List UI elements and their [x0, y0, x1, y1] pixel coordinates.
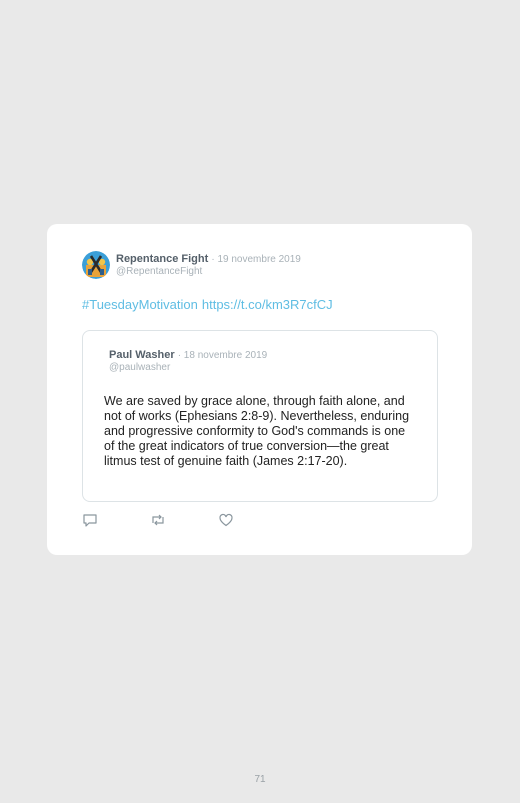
tweet-text: #TuesdayMotivation https://t.co/km3R7cfCJ — [82, 297, 337, 312]
quoted-author-line: Paul Washer · 18 novembre 2019 — [109, 349, 267, 361]
reply-icon[interactable] — [82, 512, 98, 528]
quoted-tweet[interactable]: Paul Washer · 18 novembre 2019 @paulwash… — [82, 330, 438, 502]
author-name[interactable]: Repentance Fight — [116, 253, 208, 265]
quoted-author-handle: @paulwasher — [109, 362, 171, 373]
page-number: 71 — [254, 774, 266, 785]
quoted-tweet-date: · 18 novembre 2019 — [177, 350, 268, 361]
retweet-icon[interactable] — [150, 512, 166, 528]
quoted-tweet-text: We are saved by grace alone, through fai… — [104, 394, 410, 468]
url-link[interactable]: https://t.co/km3R7cfCJ — [202, 297, 333, 312]
author-line: Repentance Fight · 19 novembre 2019 — [116, 253, 301, 265]
like-icon[interactable] — [218, 512, 234, 528]
quoted-author-name: Paul Washer — [109, 349, 175, 361]
tweet-date[interactable]: · 19 novembre 2019 — [211, 254, 301, 265]
cross-shield-avatar-icon[interactable] — [82, 251, 110, 279]
author-handle[interactable]: @RepentanceFight — [116, 266, 202, 277]
tweet-card: Repentance Fight · 19 novembre 2019 @Rep… — [47, 224, 472, 555]
hashtag-link[interactable]: #TuesdayMotivation — [82, 297, 198, 312]
